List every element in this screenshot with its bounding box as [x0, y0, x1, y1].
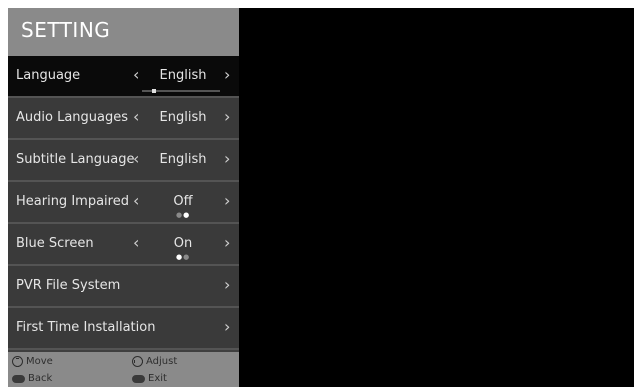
language-progress-bar — [142, 89, 220, 93]
chevron-left-icon[interactable]: ‹ — [133, 65, 139, 84]
chevron-right-icon[interactable]: › — [224, 317, 230, 336]
chevron-right-icon[interactable]: › — [224, 65, 230, 84]
setting-row-blue-screen[interactable]: Blue Screen ‹ On › ●● — [8, 224, 239, 266]
setting-value: English — [159, 110, 207, 125]
setting-label: Audio Languages — [16, 110, 129, 125]
setting-row-language[interactable]: Language ‹ English › — [8, 56, 239, 98]
setting-label: Hearing Impaired — [16, 194, 129, 209]
hint-label: Adjust — [146, 356, 178, 367]
option-indicator: ●● — [176, 211, 190, 219]
hint-label: Back — [28, 373, 53, 384]
setting-label: Language — [16, 68, 81, 83]
dpad-vertical-icon — [12, 356, 23, 367]
setting-label: Blue Screen — [16, 236, 94, 251]
setting-row-hearing-impaired[interactable]: Hearing Impaired ‹ Off › ●● — [8, 182, 239, 224]
option-dot: ● — [183, 253, 191, 261]
setting-label: First Time Installation — [16, 320, 156, 335]
option-indicator: ●● — [176, 253, 190, 261]
chevron-right-icon[interactable]: › — [224, 191, 230, 210]
setting-row-audio-languages[interactable]: Audio Languages ‹ English › — [8, 98, 239, 140]
menu-title: SETTING — [21, 18, 111, 42]
setting-value: On — [173, 236, 193, 251]
menu-header: SETTING — [8, 8, 239, 56]
chevron-right-icon[interactable]: › — [224, 107, 230, 126]
option-dot: ● — [183, 211, 191, 219]
hint-back: Back — [12, 373, 52, 384]
setting-row-subtitle-language[interactable]: Subtitle Language ‹ English › — [8, 140, 239, 182]
setting-value: English — [159, 68, 207, 83]
chevron-left-icon[interactable]: ‹ — [133, 149, 139, 168]
settings-panel: SETTING Language ‹ English › Audio Langu… — [8, 8, 239, 387]
chevron-right-icon[interactable]: › — [224, 233, 230, 252]
dpad-horizontal-icon — [132, 356, 143, 367]
setting-value: Off — [173, 194, 193, 209]
progress-knob — [152, 89, 156, 93]
setting-row-pvr-file-system[interactable]: PVR File System › — [8, 266, 239, 308]
hint-adjust: Adjust — [132, 356, 177, 367]
setting-row-first-time-installation[interactable]: First Time Installation › — [8, 308, 239, 350]
hint-label: Move — [26, 356, 53, 367]
exit-key-icon — [132, 374, 145, 383]
chevron-left-icon[interactable]: ‹ — [133, 233, 139, 252]
chevron-left-icon[interactable]: ‹ — [133, 191, 139, 210]
setting-label: PVR File System — [16, 278, 121, 293]
chevron-right-icon[interactable]: › — [224, 275, 230, 294]
key-hint-bar: Move Adjust Back Exit — [8, 352, 239, 387]
setting-label: Subtitle Language — [16, 152, 135, 167]
hint-label: Exit — [148, 373, 167, 384]
hint-exit: Exit — [132, 373, 167, 384]
settings-list: Language ‹ English › Audio Languages ‹ E… — [8, 56, 239, 350]
tv-screen: SETTING Language ‹ English › Audio Langu… — [8, 8, 634, 387]
hint-move: Move — [12, 356, 53, 367]
setting-value: English — [159, 152, 207, 167]
menu-key-icon — [12, 374, 25, 383]
chevron-left-icon[interactable]: ‹ — [133, 107, 139, 126]
chevron-right-icon[interactable]: › — [224, 149, 230, 168]
